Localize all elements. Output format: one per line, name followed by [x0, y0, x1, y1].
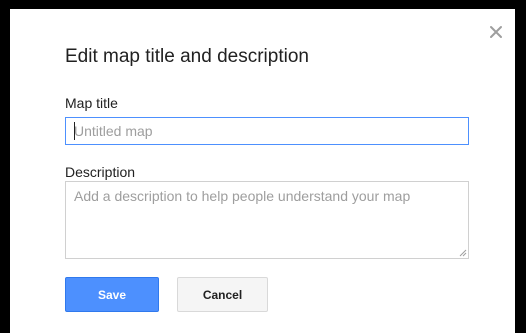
description-textarea[interactable] [65, 181, 469, 259]
text-caret [74, 122, 75, 140]
map-title-input[interactable] [65, 117, 469, 145]
close-icon[interactable] [487, 23, 505, 41]
dialog-title: Edit map title and description [65, 46, 309, 67]
map-title-label: Map title [65, 95, 118, 111]
cancel-button[interactable]: Cancel [177, 277, 268, 312]
description-label: Description [65, 164, 136, 180]
edit-map-dialog: Edit map title and description Map title… [10, 9, 515, 333]
resize-grip-icon[interactable] [459, 249, 467, 257]
save-button[interactable]: Save [65, 277, 159, 312]
